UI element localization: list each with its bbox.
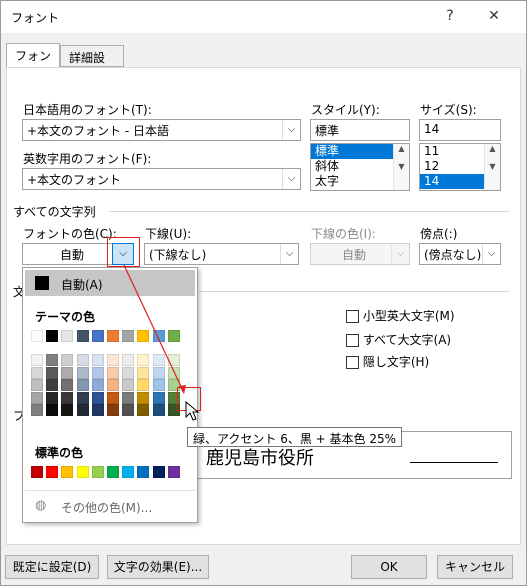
font-dialog: フォント ? ✕ フォント 詳細設定 日本語用のフォント(T): +本文のフォン…	[0, 0, 527, 586]
annotation-arrow	[123, 264, 186, 394]
swatch-tooltip: 緑、アクセント 6、黒 + 基本色 25%	[187, 427, 403, 447]
mouse-cursor-icon	[185, 401, 200, 421]
